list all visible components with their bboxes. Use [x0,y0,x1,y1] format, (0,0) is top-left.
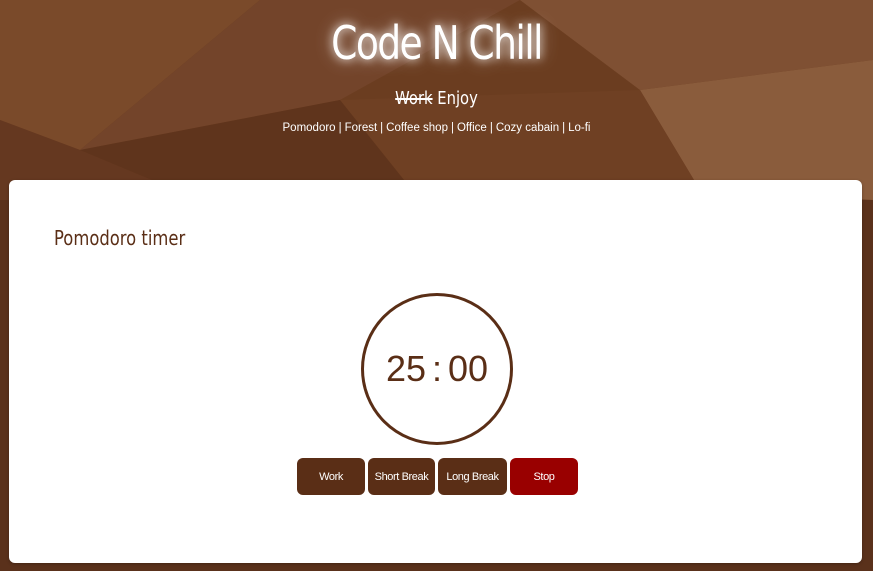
nav-link-pomodoro[interactable]: Pomodoro [283,122,336,134]
pomodoro-card: Pomodoro timer 25:00 Work Short Break Lo… [9,180,862,563]
timer-display: 25:00 [361,293,513,445]
nav-separator: | [450,122,454,134]
timer-minutes: 25 [385,348,426,389]
site-header: Code N Chill Work Enjoy Pomodoro | Forest |… [0,0,873,180]
timer-controls: Work Short Break Long Break Stop [297,458,578,495]
tagline: Work Enjoy [79,88,795,109]
stop-button[interactable]: Stop [510,458,578,495]
nav-separator: | [489,122,493,134]
nav-separator: | [380,122,384,134]
nav-link-cozy-cabain[interactable]: Cozy cabain [496,122,559,134]
timer-seconds: 00 [448,348,489,389]
nav-link-lofi[interactable]: Lo-fi [568,122,590,134]
nav-link-forest[interactable]: Forest [345,122,378,134]
short-break-button[interactable]: Short Break [368,458,435,495]
tagline-word: Enjoy [437,88,478,109]
nav-link-office[interactable]: Office [457,122,487,134]
timer-colon: : [431,348,442,389]
nav-link-coffee-shop[interactable]: Coffee shop [386,122,448,134]
long-break-button[interactable]: Long Break [438,458,507,495]
ambience-nav: Pomodoro | Forest | Coffee shop | Office | Cozy … [0,122,873,134]
pomodoro-title: Pomodoro timer [54,226,186,250]
work-button[interactable]: Work [297,458,365,495]
nav-separator: | [562,122,566,134]
site-title: Code N Chill [331,16,543,70]
nav-separator: | [338,122,342,134]
tagline-struck-word: Work [395,88,433,109]
